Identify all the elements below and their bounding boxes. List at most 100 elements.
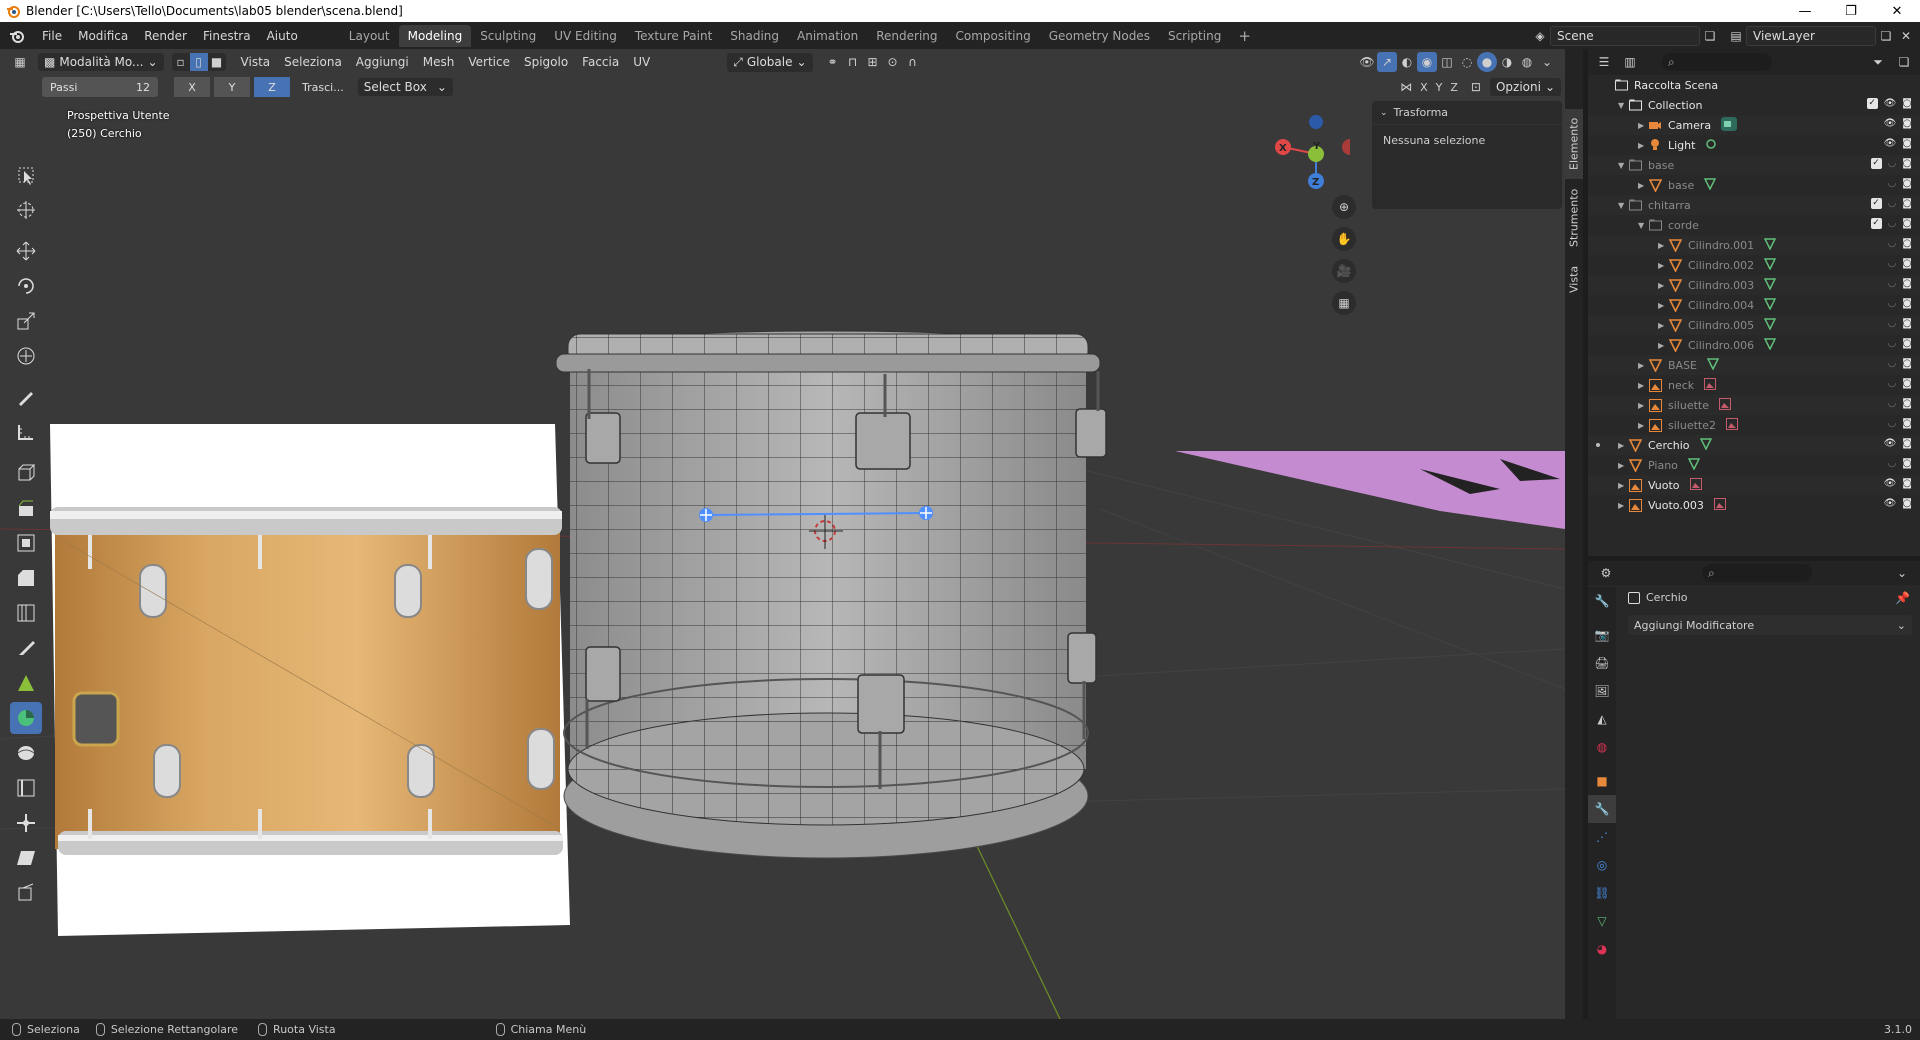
bevel-tool[interactable]: [10, 562, 42, 594]
auto-merge-icon[interactable]: ⊡: [1466, 77, 1486, 97]
outliner-root[interactable]: Raccolta Scena: [1588, 75, 1920, 95]
extrude-tool[interactable]: [10, 492, 42, 524]
menu-add[interactable]: Aggiungi: [349, 55, 416, 69]
data-props-tab[interactable]: ▽: [1588, 907, 1616, 935]
camera-render-icon[interactable]: ◙: [1902, 98, 1912, 109]
image-data-icon[interactable]: [1689, 477, 1702, 493]
mesh-data-icon[interactable]: [1763, 297, 1777, 313]
axis-x-button[interactable]: X: [174, 77, 210, 97]
outliner-row[interactable]: ▶ Cilindro.003 ◡ ◙: [1588, 275, 1920, 295]
eye-icon[interactable]: ◡: [1888, 258, 1897, 269]
exclude-checkbox[interactable]: ✓: [1870, 218, 1882, 229]
vertex-select-icon[interactable]: ▫: [172, 53, 190, 71]
expand-arrow-icon[interactable]: ▶: [1658, 241, 1668, 250]
view-layer-icon[interactable]: ▤: [1726, 26, 1746, 46]
camera-render-icon[interactable]: ◙: [1902, 198, 1912, 209]
world-props-tab[interactable]: ◍: [1588, 733, 1616, 761]
eye-icon[interactable]: ◡: [1888, 218, 1897, 229]
camera-render-icon[interactable]: ◙: [1902, 178, 1912, 189]
expand-arrow-icon[interactable]: ▶: [1638, 361, 1648, 370]
constraints-props-tab[interactable]: ⛓: [1588, 879, 1616, 907]
image-data-icon[interactable]: [1718, 397, 1731, 413]
eye-icon[interactable]: ◡: [1888, 338, 1897, 349]
eye-icon[interactable]: ◡: [1888, 378, 1897, 389]
expand-arrow-icon[interactable]: ▼: [1618, 201, 1628, 210]
add-workspace-button[interactable]: +: [1230, 27, 1259, 45]
new-scene-icon[interactable]: ❏: [1700, 26, 1720, 46]
eye-icon[interactable]: ◡: [1888, 458, 1897, 469]
editor-type-icon[interactable]: ▦: [10, 52, 30, 72]
camera-render-icon[interactable]: ◙: [1902, 278, 1912, 289]
material-props-tab[interactable]: ◕: [1588, 935, 1616, 963]
tab-animation[interactable]: Animation: [788, 25, 867, 47]
image-data-icon[interactable]: [1713, 497, 1726, 513]
expand-arrow-icon[interactable]: ▶: [1658, 261, 1668, 270]
camera-render-icon[interactable]: ◙: [1902, 138, 1912, 149]
visibility-icon[interactable]: 👁: [1357, 52, 1377, 72]
expand-arrow-icon[interactable]: ▶: [1618, 481, 1628, 490]
eye-icon[interactable]: ◡: [1888, 398, 1897, 409]
eye-icon[interactable]: ◡: [1888, 278, 1897, 289]
mesh-data-icon[interactable]: [1763, 257, 1777, 273]
snap-target-icon[interactable]: ⊞: [863, 52, 883, 72]
axis-y-button[interactable]: Y: [214, 77, 250, 97]
mesh-data-icon[interactable]: [1763, 337, 1777, 353]
outliner-row[interactable]: ▶ Vuoto 👁 ◙: [1588, 475, 1920, 495]
menu-file[interactable]: File: [34, 29, 70, 43]
light-data-icon[interactable]: [1705, 138, 1717, 153]
expand-arrow-icon[interactable]: ▶: [1618, 501, 1628, 510]
camera-render-icon[interactable]: ◙: [1902, 418, 1912, 429]
camera-render-icon[interactable]: ◙: [1902, 338, 1912, 349]
edge-slide-tool[interactable]: [10, 772, 42, 804]
camera-render-icon[interactable]: ◙: [1902, 458, 1912, 469]
eye-icon[interactable]: ◡: [1888, 198, 1897, 209]
expand-arrow-icon[interactable]: ▼: [1618, 101, 1628, 110]
camera-render-icon[interactable]: ◙: [1902, 258, 1912, 269]
scene-name-field[interactable]: Scene: [1550, 25, 1700, 46]
output-props-tab[interactable]: 🖨: [1588, 649, 1616, 677]
mesh-symmetry-icon[interactable]: ⋈: [1396, 77, 1416, 97]
modifier-props-tab[interactable]: 🔧: [1588, 795, 1616, 823]
outliner-row[interactable]: ▶ Vuoto.003 👁 ◙: [1588, 495, 1920, 515]
camera-render-icon[interactable]: ◙: [1902, 158, 1912, 169]
eye-icon[interactable]: ◡: [1888, 358, 1897, 369]
expand-arrow-icon[interactable]: ▶: [1618, 461, 1628, 470]
eye-icon[interactable]: 👁: [1884, 478, 1897, 489]
proportional-edit-icon[interactable]: ⊙: [883, 52, 903, 72]
eye-icon[interactable]: ◡: [1888, 158, 1897, 169]
new-collection-icon[interactable]: ❏: [1894, 52, 1914, 72]
edit-mode-dot[interactable]: [1596, 443, 1600, 447]
expand-arrow-icon[interactable]: ▼: [1638, 221, 1648, 230]
view-layer-field[interactable]: ViewLayer: [1746, 25, 1876, 46]
menu-help[interactable]: Aiuto: [259, 29, 306, 43]
pin-icon[interactable]: 📌: [1895, 591, 1910, 605]
mesh-data-icon[interactable]: [1763, 277, 1777, 293]
menu-mesh[interactable]: Mesh: [416, 55, 462, 69]
eye-icon[interactable]: 👁: [1884, 498, 1897, 509]
expand-arrow-icon[interactable]: ▶: [1658, 301, 1668, 310]
eye-icon[interactable]: ◡: [1888, 238, 1897, 249]
vertex-handle-left[interactable]: [699, 508, 713, 522]
expand-arrow-icon[interactable]: ▶: [1618, 441, 1628, 450]
mesh-data-icon[interactable]: [1687, 457, 1701, 473]
remove-view-layer-icon[interactable]: ✕: [1896, 26, 1916, 46]
expand-arrow-icon[interactable]: ▶: [1638, 181, 1648, 190]
expand-arrow-icon[interactable]: ▼: [1618, 161, 1628, 170]
tab-tool[interactable]: Strumento: [1565, 181, 1583, 255]
axis-z-button[interactable]: Z: [254, 77, 290, 97]
outliner-row[interactable]: ▼ Collection ✓ 👁 ◙: [1588, 95, 1920, 115]
expand-arrow-icon[interactable]: ▶: [1638, 381, 1648, 390]
camera-render-icon[interactable]: ◙: [1902, 438, 1912, 449]
snap-icon[interactable]: ⊓: [843, 52, 863, 72]
expand-arrow-icon[interactable]: ▶: [1638, 121, 1648, 130]
exclude-checkbox[interactable]: ✓: [1870, 198, 1882, 209]
3d-viewport[interactable]: ▦ ▩ Modalità Mo... ⌄ ▫ ▯ ■ Vista Seleziona…: [0, 49, 1565, 1019]
tab-shading[interactable]: Shading: [721, 25, 788, 47]
inset-tool[interactable]: [10, 527, 42, 559]
render-props-tab[interactable]: 📷: [1588, 621, 1616, 649]
shear-tool[interactable]: [10, 842, 42, 874]
overlay-icon[interactable]: ◐: [1397, 52, 1417, 72]
zoom-icon[interactable]: ⊕: [1332, 195, 1356, 219]
move-tool[interactable]: [10, 235, 42, 267]
rip-region-tool[interactable]: [10, 877, 42, 909]
